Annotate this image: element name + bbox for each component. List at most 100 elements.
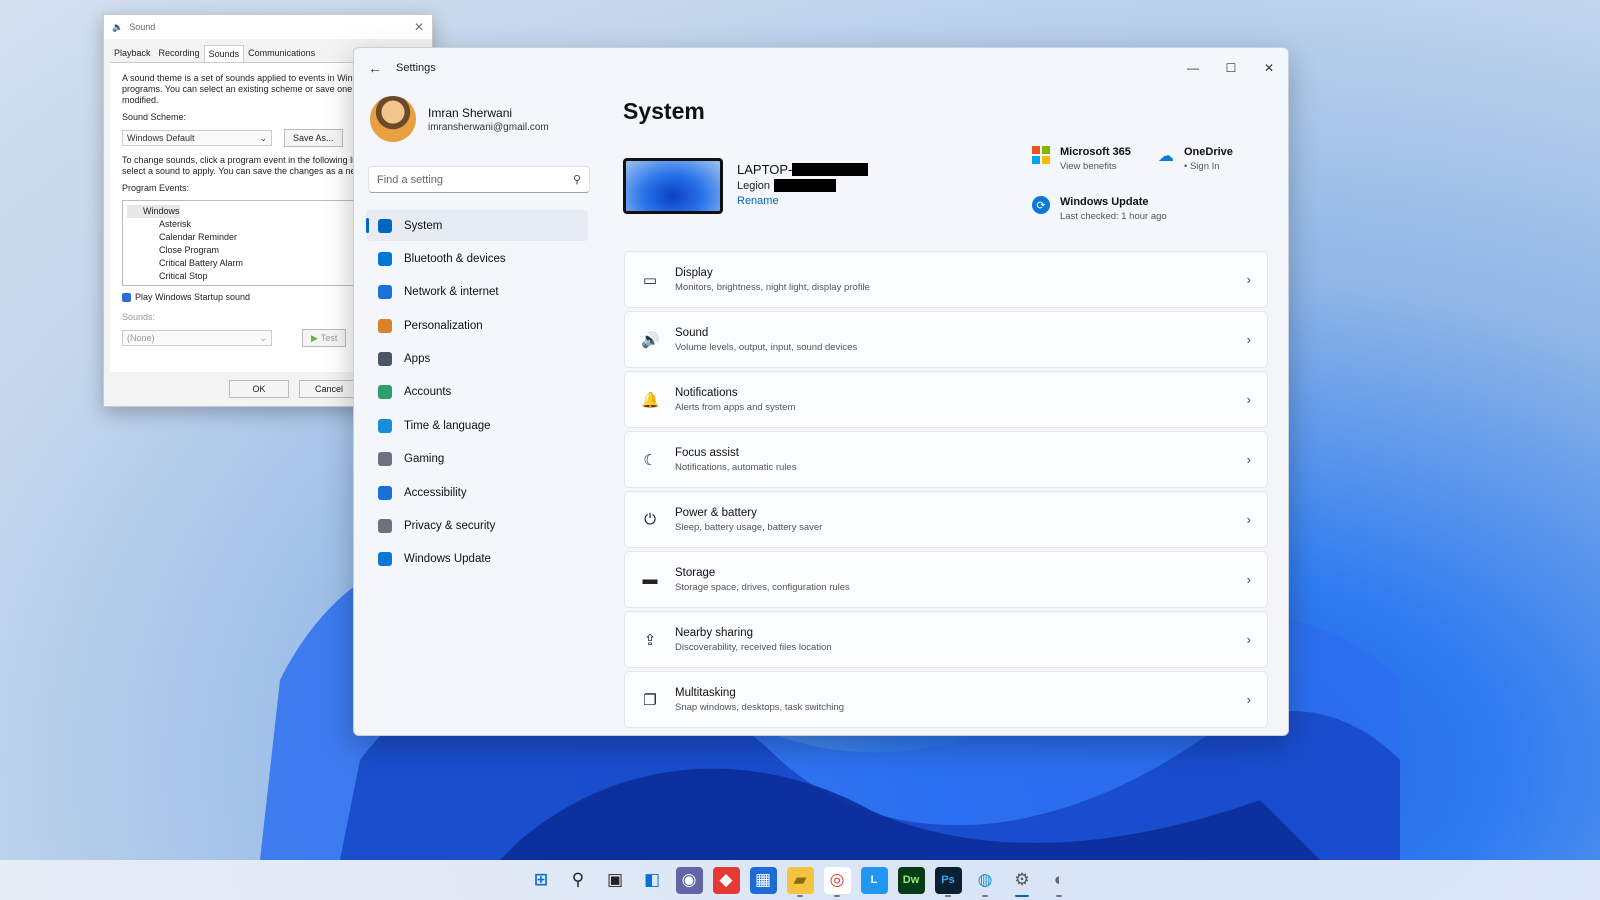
- card-subtitle: Notifications, automatic rules: [675, 461, 797, 473]
- store-icon[interactable]: ▦: [749, 866, 777, 894]
- settings-card-power-battery[interactable]: ⏻ Power & battery Sleep, battery usage, ba…: [624, 491, 1268, 548]
- settings-card-storage[interactable]: ▬ Storage Storage space, drives, configura…: [624, 551, 1268, 608]
- tab-playback[interactable]: Playback: [110, 45, 155, 62]
- card-title: Storage: [675, 566, 716, 579]
- sidebar-item-system[interactable]: System: [366, 210, 588, 241]
- card-title: Sound: [675, 326, 709, 339]
- brush-icon: [378, 318, 392, 333]
- tab-sounds[interactable]: Sounds: [203, 45, 245, 62]
- search-icon[interactable]: ⚲: [565, 867, 592, 894]
- anydesk-icon[interactable]: ◆: [712, 866, 740, 894]
- sidebar-item-time-language[interactable]: Time & language: [366, 410, 588, 441]
- chevron-right-icon: ›: [1246, 452, 1251, 467]
- window-title: Settings: [396, 62, 436, 74]
- sidebar-item-label: System: [404, 219, 443, 232]
- card-subtitle: Snap windows, desktops, task switching: [675, 701, 844, 713]
- apps-icon: [378, 352, 392, 367]
- settings-card-display[interactable]: ▭ Display Monitors, brightness, night ligh…: [624, 251, 1268, 308]
- chevron-right-icon: ›: [1246, 572, 1251, 587]
- maximize-icon[interactable]: ☐: [1212, 53, 1250, 83]
- network-globe-icon[interactable]: ◍: [972, 867, 999, 897]
- multitask-icon: ❐: [643, 691, 657, 709]
- sidebar-item-label: Gaming: [404, 453, 445, 466]
- windows-update-tile[interactable]: ⟳ Windows Update Last checked: 1 hour ag…: [1032, 196, 1167, 222]
- search-input[interactable]: Find a setting ⚲: [368, 166, 590, 193]
- widgets-icon[interactable]: ◧: [639, 867, 666, 894]
- scheme-value: Windows Default: [127, 133, 195, 143]
- monitor-icon: [378, 218, 392, 233]
- device-wallpaper-thumbnail: [623, 158, 723, 214]
- share-icon: ⇪: [643, 631, 657, 649]
- settings-card-focus-assist[interactable]: ☾ Focus assist Notifications, automatic ru…: [624, 431, 1268, 488]
- sound-dialog-titlebar: 🔈 Sound ✕: [104, 15, 432, 39]
- settings-gear-icon[interactable]: ⚙: [1009, 867, 1036, 897]
- sidebar-item-label: Apps: [404, 353, 431, 366]
- back-arrow-icon[interactable]: ←: [368, 60, 382, 76]
- sidebar-item-accounts[interactable]: Accounts: [366, 377, 588, 408]
- device-name: LAPTOP-: [737, 162, 869, 177]
- search-placeholder: Find a setting: [377, 173, 444, 186]
- sidebar-item-privacy-security[interactable]: Privacy & security: [366, 511, 588, 542]
- save-as-button[interactable]: Save As...: [284, 129, 343, 147]
- speaker-icon: 🔊: [641, 331, 660, 349]
- settings-card-multitasking[interactable]: ❐ Multitasking Snap windows, desktops, tas…: [624, 671, 1268, 728]
- onedrive-tile[interactable]: ☁ OneDrive • Sign In: [1158, 146, 1233, 172]
- sidebar-item-label: Time & language: [404, 419, 491, 432]
- sound-dialog-title: Sound: [129, 22, 156, 32]
- chat-icon[interactable]: ◉: [675, 866, 703, 894]
- scheme-dropdown[interactable]: Windows Default ⌄: [122, 130, 272, 146]
- storage-icon: ▬: [642, 571, 658, 588]
- update-sub: Last checked: 1 hour ago: [1060, 211, 1167, 222]
- close-icon[interactable]: ✕: [414, 20, 424, 34]
- bell-icon: 🔔: [641, 391, 660, 409]
- close-icon[interactable]: ✕: [1250, 53, 1288, 83]
- user-profile[interactable]: Imran Sherwani imransherwani@gmail.com: [370, 96, 549, 142]
- settings-card-sound[interactable]: 🔊 Sound Volume levels, output, input, soun…: [624, 311, 1268, 368]
- settings-card-notifications[interactable]: 🔔 Notifications Alerts from apps and syste…: [624, 371, 1268, 428]
- sidebar-item-windows-update[interactable]: Windows Update: [366, 544, 588, 575]
- microsoft-365-tile[interactable]: Microsoft 365 View benefits: [1032, 146, 1131, 172]
- l-app-icon[interactable]: L: [860, 866, 888, 894]
- sidebar-item-gaming[interactable]: Gaming: [366, 444, 588, 475]
- start-icon[interactable]: ⊞: [528, 867, 555, 894]
- chevron-right-icon: ›: [1246, 512, 1251, 527]
- tab-communications[interactable]: Communications: [244, 45, 319, 62]
- cancel-button[interactable]: Cancel: [299, 380, 359, 398]
- rename-link[interactable]: Rename: [737, 195, 868, 207]
- chevron-right-icon: ›: [1246, 692, 1251, 707]
- avatar: [370, 96, 416, 142]
- sidebar-item-label: Privacy & security: [404, 520, 496, 533]
- bluetooth-icon: [378, 251, 392, 266]
- card-subtitle: Alerts from apps and system: [675, 401, 796, 413]
- list-item[interactable]: Windows: [127, 205, 180, 218]
- sounds-dropdown[interactable]: (None) ⌄: [122, 330, 272, 346]
- ok-button[interactable]: OK: [229, 380, 289, 398]
- update-icon: ⟳: [1032, 196, 1050, 214]
- search-icon[interactable]: ⚲: [573, 173, 581, 186]
- task-view-icon[interactable]: ▣: [602, 867, 629, 894]
- sidebar-item-bluetooth-devices[interactable]: Bluetooth & devices: [366, 243, 588, 274]
- accessibility-icon: [378, 485, 392, 500]
- taskbar: ⊞ ⚲ ▣ ◧ ◉ ◆ ▦ ▰ ◎ L Dw Ps ◍ ⚙ ◐: [0, 860, 1600, 900]
- card-subtitle: Discoverability, received files location: [675, 641, 832, 653]
- test-button[interactable]: ▶ Test: [302, 329, 347, 347]
- sidebar-item-personalization[interactable]: Personalization: [366, 310, 588, 341]
- photoshop-icon[interactable]: Ps: [934, 866, 962, 897]
- settings-card-nearby-sharing[interactable]: ⇪ Nearby sharing Discoverability, received…: [624, 611, 1268, 668]
- file-explorer-icon[interactable]: ▰: [786, 866, 814, 897]
- sound-app-icon[interactable]: ◐: [1046, 867, 1073, 897]
- sidebar-item-apps[interactable]: Apps: [366, 344, 588, 375]
- chrome-icon[interactable]: ◎: [823, 866, 851, 897]
- dreamweaver-icon[interactable]: Dw: [897, 866, 925, 894]
- sidebar-item-network-internet[interactable]: Network & internet: [366, 277, 588, 308]
- update-title: Windows Update: [1060, 196, 1149, 208]
- minimize-icon[interactable]: —: [1174, 53, 1212, 83]
- redacted-block: [774, 179, 837, 192]
- card-title: Power & battery: [675, 506, 757, 519]
- test-label: Test: [320, 333, 338, 343]
- sidebar-item-accessibility[interactable]: Accessibility: [366, 477, 588, 508]
- card-subtitle: Sleep, battery usage, battery saver: [675, 521, 823, 533]
- tab-recording[interactable]: Recording: [155, 45, 204, 62]
- card-title: Nearby sharing: [675, 626, 753, 639]
- cloud-icon: ☁: [1158, 148, 1174, 165]
